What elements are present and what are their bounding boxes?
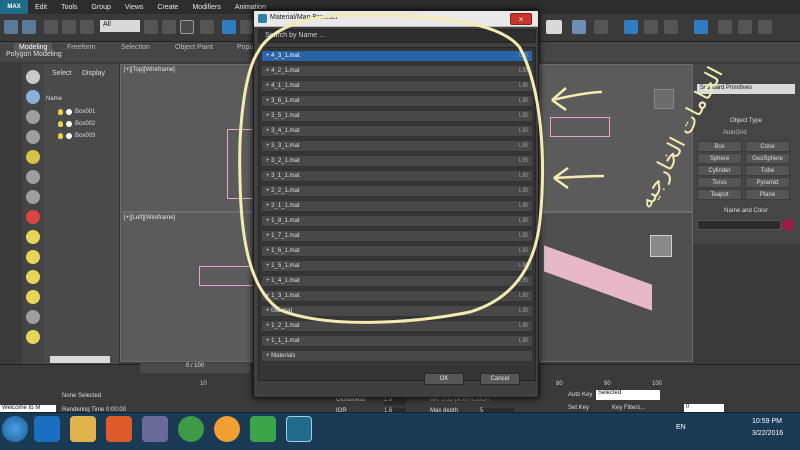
arabic-annotation: الخامات الخارجيه [633,63,728,213]
arrow-icon [553,166,605,190]
annotation-overlay: الخامات الخارجيه [238,13,729,324]
circle-highlight [238,13,545,324]
arrow-icon [551,87,603,112]
